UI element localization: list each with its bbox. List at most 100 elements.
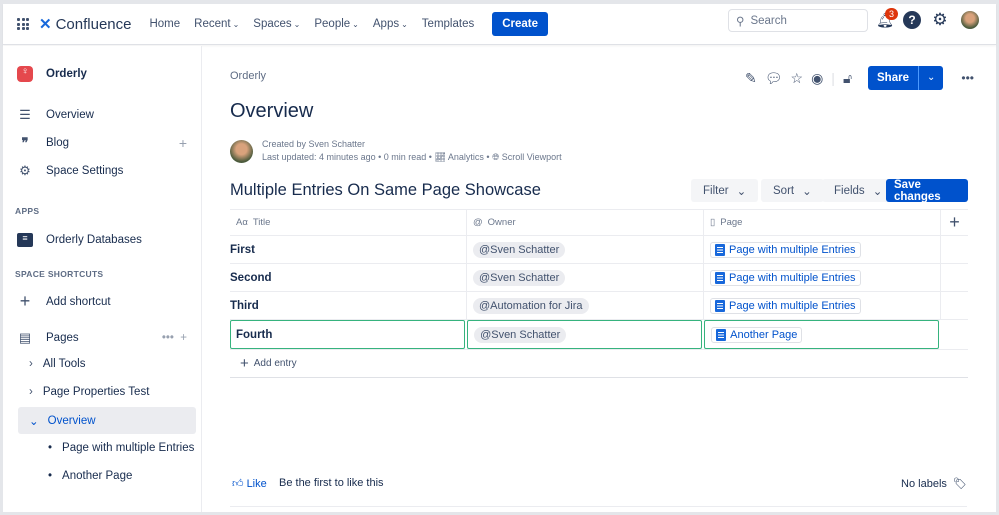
edit-pencil-icon[interactable]: ✎ [745,70,757,87]
star-icon[interactable]: ☆ [791,70,804,87]
page-cell[interactable]: Another Page [704,320,940,349]
app-switcher-icon[interactable] [17,18,29,30]
page-link[interactable]: Page with multiple Entries [710,297,861,314]
sort-button[interactable]: Sort ⌄ [761,179,824,202]
nav-apps[interactable]: Apps ⌄ [373,18,408,30]
page-cell[interactable]: Page with multiple Entries [704,236,941,263]
nav-spaces[interactable]: Spaces ⌄ [253,18,300,30]
user-mention[interactable]: @Sven Schatter [473,241,566,258]
title-cell[interactable]: Second [230,264,467,291]
tree-item[interactable]: › Page Properties Test [29,386,149,398]
breadcrumb[interactable]: Orderly [230,70,266,82]
user-mention[interactable]: @Sven Schatter [473,269,566,286]
sidebar-item-overview[interactable]: ☰ Overview [17,107,94,123]
restrictions-lock-icon[interactable]: 🔓︎ [843,70,852,87]
search-input[interactable]: ⚲ Search [728,9,868,32]
add-entry-button[interactable]: + Add entry [230,350,968,378]
column-header-owner[interactable]: @ Owner [467,210,704,235]
tree-item[interactable]: • Page with multiple Entries [48,442,194,454]
nav-recent[interactable]: Recent ⌄ [194,18,239,30]
add-blog-icon[interactable]: + [179,135,187,151]
owner-cell[interactable]: @Sven Schatter [467,236,704,263]
sidebar-item-pages[interactable]: ▤ Pages ••• + [17,330,187,346]
user-avatar[interactable] [961,11,979,29]
globe-icon: 🌐︎ [492,152,500,162]
column-header-page[interactable]: ▯ Page [704,210,941,235]
gear-icon: ⚙ [19,163,31,178]
owner-cell[interactable]: @Sven Schatter [467,264,704,291]
bullet-icon: • [48,442,53,454]
user-mention[interactable]: @Automation for Jira [473,297,589,314]
page-link[interactable]: Page with multiple Entries [710,269,861,286]
table-row: Second @Sven Schatter Page with multiple… [230,264,968,292]
created-by: Created by Sven Schatter [262,139,366,149]
tree-item[interactable]: • Another Page [48,470,132,482]
column-label: Title [252,217,271,228]
title-cell[interactable]: First [230,236,467,263]
database-table: Aα Title @ Owner ▯ Page + First @Sven Schat… [230,209,968,378]
save-changes-button[interactable]: Save changes [886,179,968,203]
watch-eye-icon[interactable]: ◉ [811,70,823,87]
page-link[interactable]: Page with multiple Entries [710,241,861,258]
tree-item[interactable]: › All Tools [29,358,85,370]
chevron-right-icon[interactable]: › [29,386,33,398]
thumbs-up-icon: 👍︎ [232,478,244,490]
add-entry-label: Add entry [253,358,297,369]
document-icon [715,271,725,284]
nav-people[interactable]: People ⌄ [314,18,359,30]
tree-item-selected[interactable]: ⌄ Overview [29,414,96,428]
sidebar: ♀ Orderly ☰ Overview ❞ Blog + ⚙ Space Setting… [3,46,202,512]
like-label: Like [246,478,267,490]
column-header-title[interactable]: Aα Title [230,210,467,235]
create-button[interactable]: Create [492,12,549,36]
table-row-selected: Fourth @Sven Schatter Another Page [230,320,968,350]
more-icon[interactable]: ••• + [162,332,187,344]
help-icon[interactable]: ? [903,11,921,29]
sidebar-label: Space Settings [46,165,124,177]
chevron-down-icon[interactable]: ⌄ [29,414,39,428]
author-avatar[interactable] [230,140,253,163]
add-column-button[interactable]: + [941,210,968,235]
chevron-down-icon: ⌄ [352,20,359,29]
like-button[interactable]: 👍︎ Like [232,477,267,490]
title-cell[interactable]: Fourth [230,320,466,349]
column-label: Owner [487,217,516,228]
confluence-logo[interactable]: ✕ Confluence [39,15,131,34]
shortcuts-header: SPACE SHORTCUTS [15,269,104,279]
owner-cell[interactable]: @Sven Schatter [467,320,703,349]
owner-cell[interactable]: @Automation for Jira [467,292,704,319]
add-shortcut-button[interactable]: + Add shortcut [17,291,111,312]
settings-gear-icon[interactable]: ⚙ [931,10,949,29]
analytics-link[interactable]: Analytics [448,152,484,162]
chevron-down-icon: ⌄ [293,20,301,29]
sidebar-label: Orderly Databases [46,234,142,246]
sidebar-item-blog[interactable]: ❞ Blog + [17,135,188,151]
chevron-down-icon: ⌄ [232,20,240,29]
divider: | [831,70,835,86]
page-cell[interactable]: Page with multiple Entries [704,264,941,291]
page-cell[interactable]: Page with multiple Entries [704,292,941,319]
nav-label: Templates [421,18,475,30]
page-actions: ✎ 💬︎ ☆ ◉ | 🔓︎ Share ⌄ ••• [745,66,974,90]
pages-icon: ▤ [18,330,32,345]
comment-icon[interactable]: 💬︎ [765,70,783,87]
filter-button[interactable]: Filter ⌄ [691,179,759,202]
scroll-viewport-link[interactable]: Scroll Viewport [502,152,562,162]
title-cell[interactable]: Third [230,292,467,319]
nav-home[interactable]: Home [149,18,180,30]
fields-button[interactable]: Fields ⌄ [822,179,895,202]
page-meta: Created by Sven Schatter Last updated: 4… [262,139,562,162]
quote-icon: ❞ [21,135,29,150]
labels[interactable]: No labels 🏷︎ [901,477,967,490]
space-header[interactable]: ♀ Orderly [17,66,87,82]
share-dropdown-button[interactable]: ⌄ [917,66,944,90]
nav-templates[interactable]: Templates [422,18,474,30]
page-link[interactable]: Another Page [711,326,803,343]
share-button[interactable]: Share [868,66,918,90]
user-mention[interactable]: @Sven Schatter [474,326,567,343]
sidebar-item-orderly-databases[interactable]: ≡ Orderly Databases [17,233,142,247]
sidebar-item-space-settings[interactable]: ⚙ Space Settings [17,163,123,179]
last-updated: Last updated: 4 minutes ago [262,152,376,162]
chevron-right-icon[interactable]: › [29,358,33,370]
more-actions-icon[interactable]: ••• [961,71,974,85]
